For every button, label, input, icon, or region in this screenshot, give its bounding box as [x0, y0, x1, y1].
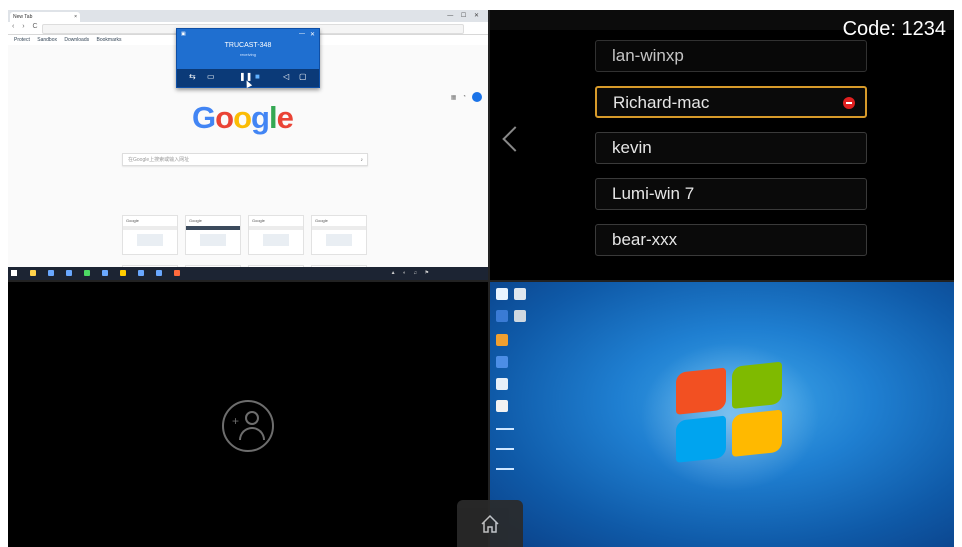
taskbar-app-icon[interactable] — [66, 270, 72, 276]
cast-device-name: TRUCAST-348 — [224, 42, 272, 49]
device-item[interactable]: Lumi-win 7 — [595, 178, 867, 210]
volume-icon[interactable]: ◁ — [283, 72, 289, 81]
quad-divider-vertical — [488, 10, 490, 547]
device-name: Richard-mac — [613, 93, 710, 112]
session-code: Code: 1234 — [842, 18, 946, 40]
google-search-input[interactable]: 在Google上搜索或输入网址 ♪ — [122, 153, 368, 166]
device-item[interactable]: lan-winxp — [595, 40, 867, 72]
apps-icon[interactable]: ▦ — [451, 94, 459, 101]
bookmark-item[interactable]: Protect — [14, 37, 30, 43]
stop-icon[interactable]: ■ — [255, 72, 260, 81]
microphone-icon[interactable]: ♪ — [361, 154, 364, 167]
system-tray-icons[interactable]: ▲ ◐ ♫ ⚑ — [391, 270, 432, 276]
home-button[interactable] — [457, 500, 523, 547]
avatar[interactable] — [472, 92, 482, 102]
desktop-app-icon[interactable] — [514, 310, 526, 322]
cast-status: receiving — [239, 52, 256, 57]
back-chevron-icon[interactable] — [502, 126, 528, 152]
screen-stage: New Tab × — ☐ ✕ ‹ › C ⌂ Protect Sandbox … — [8, 10, 954, 547]
browser-tab-title: New Tab — [13, 14, 33, 20]
device-item[interactable]: kevin — [595, 132, 867, 164]
google-logo: Google — [192, 100, 294, 135]
fullscreen-icon[interactable]: ▢ — [299, 72, 307, 81]
browser-tab-close-icon[interactable]: × — [74, 12, 77, 22]
start-icon[interactable] — [11, 270, 17, 276]
taskbar-app-icon[interactable] — [30, 270, 36, 276]
windows-taskbar: ▲ ◐ ♫ ⚑ — [8, 267, 488, 280]
device-name: Lumi-win 7 — [612, 184, 695, 203]
cast-logo-icon: ▣ — [181, 31, 186, 37]
shortcut-tile[interactable]: Google — [311, 215, 367, 255]
taskbar-app-icon[interactable] — [84, 270, 90, 276]
shortcut-tile[interactable]: Google — [185, 215, 241, 255]
browser-tab-strip: New Tab × — ☐ ✕ — [8, 10, 488, 22]
shared-screen-windows-desktop[interactable] — [490, 282, 954, 547]
recycle-bin-icon[interactable] — [514, 288, 526, 300]
device-list-panel: Code: 1234 lan-winxp Richard-mac kevin L… — [490, 10, 954, 280]
taskbar-app-icon[interactable] — [120, 270, 126, 276]
device-item-selected[interactable]: Richard-mac — [595, 86, 867, 118]
desktop-app-icon[interactable] — [496, 400, 508, 412]
empty-screen-slot: + — [8, 282, 488, 547]
taskbar-app-icon[interactable] — [156, 270, 162, 276]
windows-logo — [676, 361, 786, 468]
desktop-app-icon[interactable] — [496, 334, 508, 346]
add-user-icon[interactable]: + — [222, 400, 274, 452]
close-icon[interactable]: ✕ — [310, 31, 315, 38]
desktop-app-icon[interactable] — [496, 378, 508, 390]
browser-tab[interactable]: New Tab × — [10, 12, 80, 22]
device-name: bear-xxx — [612, 230, 678, 249]
google-header-icons: ▦ ◔ — [451, 92, 482, 102]
shortcut-tile[interactable]: Google — [248, 215, 304, 255]
desktop-app-icon[interactable] — [496, 356, 508, 368]
device-name: lan-winxp — [612, 46, 684, 65]
screen-icon[interactable]: ▭ — [207, 72, 215, 81]
bookmark-item[interactable]: Bookmarks — [97, 37, 122, 43]
mirror-icon[interactable]: ⇆ — [189, 72, 196, 81]
computer-icon[interactable] — [496, 288, 508, 300]
window-controls[interactable]: — ☐ ✕ — [447, 12, 482, 19]
minimize-icon[interactable]: — — [299, 31, 305, 37]
bookmark-item[interactable]: Sandbox — [37, 37, 57, 43]
shortcut-tile[interactable]: Google — [122, 215, 178, 255]
desktop-app-icon[interactable] — [496, 310, 508, 322]
remove-icon[interactable] — [843, 97, 855, 109]
taskbar-app-icon[interactable] — [102, 270, 108, 276]
bookmark-item[interactable]: Downloads — [64, 37, 89, 43]
search-placeholder: 在Google上搜索或输入网址 — [128, 157, 190, 163]
shared-screen-browser[interactable]: New Tab × — ☐ ✕ ‹ › C ⌂ Protect Sandbox … — [8, 10, 488, 280]
taskbar-app-icon[interactable] — [138, 270, 144, 276]
notifications-icon[interactable]: ◔ — [462, 94, 468, 100]
device-item[interactable]: bear-xxx — [595, 224, 867, 256]
taskbar-app-icon[interactable] — [174, 270, 180, 276]
taskbar-app-icon[interactable] — [48, 270, 54, 276]
home-icon — [481, 514, 499, 533]
device-name: kevin — [612, 138, 652, 157]
quad-divider-horizontal — [8, 280, 954, 282]
